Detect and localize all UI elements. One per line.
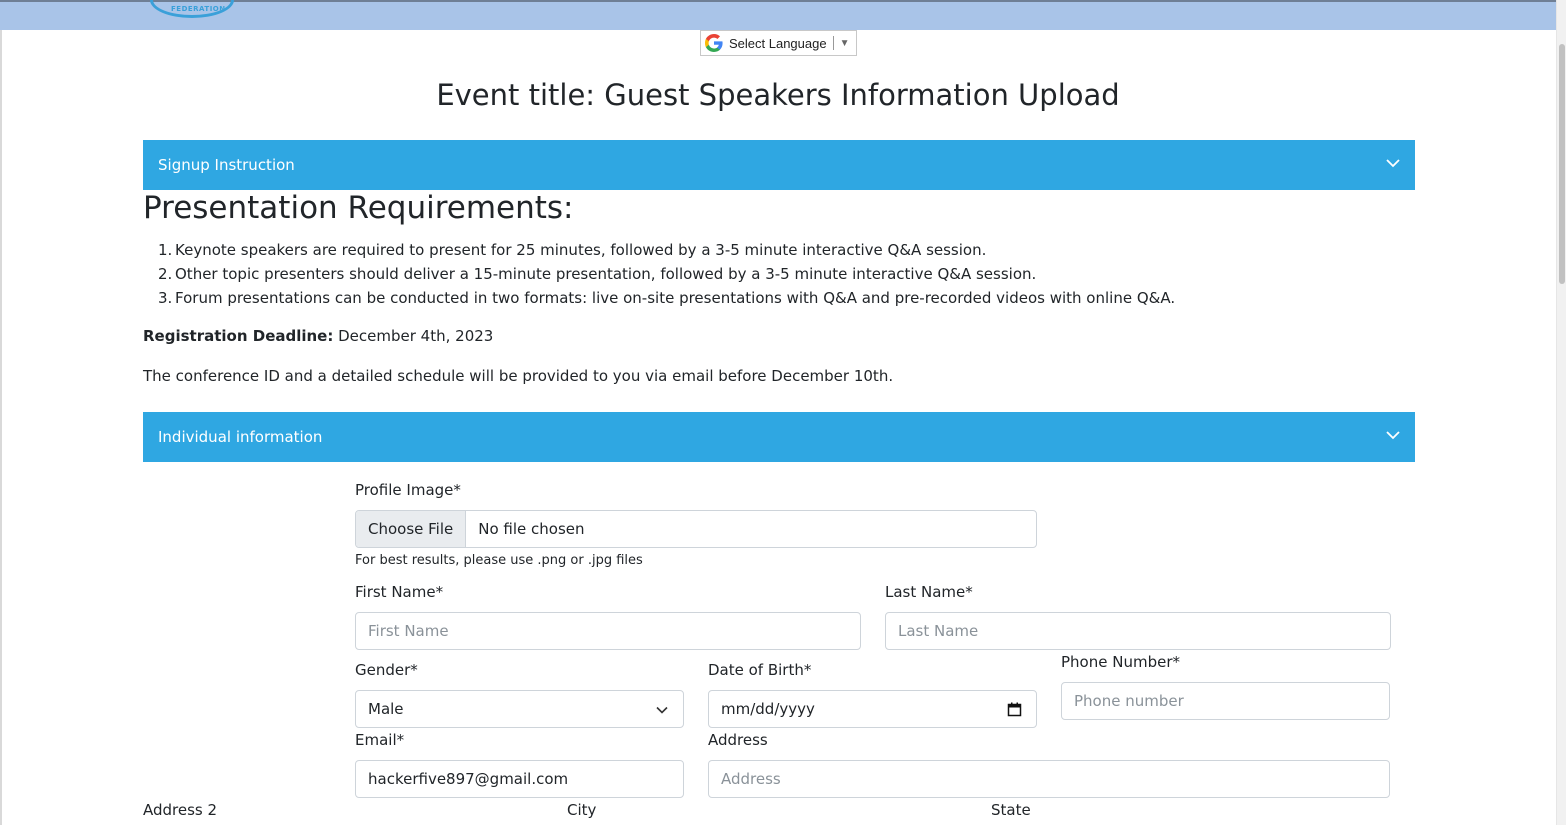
dob-value: mm/dd/yyyy <box>721 700 815 718</box>
first-name-placeholder: First Name <box>368 622 449 640</box>
list-text: Forum presentations can be conducted in … <box>175 289 1176 307</box>
scrollbar-thumb[interactable] <box>1559 44 1565 284</box>
address2-label: Address 2 <box>143 801 218 819</box>
accordion-label: Individual information <box>158 428 323 446</box>
phone-label: Phone Number* <box>1061 653 1180 671</box>
first-name-field[interactable]: First Name <box>355 612 861 650</box>
dob-field[interactable]: mm/dd/yyyy <box>708 690 1037 728</box>
gender-label: Gender* <box>355 661 418 679</box>
list-item: 2. Other topic presenters should deliver … <box>158 262 1175 286</box>
requirements-heading: Presentation Requirements: <box>143 190 574 226</box>
address-field[interactable]: Address <box>708 760 1390 798</box>
scrollbar[interactable] <box>1556 0 1566 825</box>
page-edge <box>0 30 2 825</box>
email-value: hackerfive897@gmail.com <box>368 770 569 788</box>
language-selector[interactable]: Select Language ▼ <box>700 30 857 56</box>
language-separator <box>832 36 834 50</box>
dropdown-arrow-icon: ▼ <box>839 37 850 49</box>
deadline-value: December 4th, 2023 <box>333 327 494 345</box>
email-label: Email* <box>355 731 405 749</box>
individual-information-accordion[interactable]: Individual information <box>143 412 1415 462</box>
language-label: Select Language <box>729 35 827 51</box>
state-label: State <box>991 801 1031 819</box>
federation-logo[interactable]: FEDERATION <box>150 0 234 18</box>
file-hint: For best results, please use .png or .jp… <box>355 553 643 568</box>
list-item: 1. Keynote speakers are required to prese… <box>158 238 1175 262</box>
schedule-note: The conference ID and a detailed schedul… <box>143 367 894 385</box>
registration-deadline: Registration Deadline: December 4th, 202… <box>143 327 493 345</box>
profile-image-label: Profile Image* <box>355 481 461 499</box>
chevron-down-icon[interactable] <box>1385 155 1401 171</box>
accordion-label: Signup Instruction <box>158 156 295 174</box>
dob-label: Date of Birth* <box>708 661 812 679</box>
profile-image-input[interactable]: Choose File No file chosen <box>355 510 1037 548</box>
gender-value: Male <box>368 700 404 718</box>
chevron-down-icon <box>656 706 668 714</box>
signup-instruction-accordion[interactable]: Signup Instruction <box>143 140 1415 190</box>
calendar-icon[interactable] <box>1007 702 1022 717</box>
list-number: 3. <box>158 289 173 307</box>
last-name-field[interactable]: Last Name <box>885 612 1391 650</box>
phone-field[interactable]: Phone number <box>1061 682 1390 720</box>
deadline-label: Registration Deadline: <box>143 327 334 345</box>
address-placeholder: Address <box>721 770 781 788</box>
file-status: No file chosen <box>478 520 585 538</box>
last-name-label: Last Name* <box>885 583 973 601</box>
site-header: FEDERATION <box>0 0 1556 30</box>
last-name-placeholder: Last Name <box>898 622 979 640</box>
requirements-list: 1. Keynote speakers are required to prese… <box>158 238 1176 310</box>
list-item: 3. Forum presentations can be conducted i… <box>158 286 1176 310</box>
email-field[interactable]: hackerfive897@gmail.com <box>355 760 684 798</box>
google-icon <box>705 34 723 52</box>
city-label: City <box>567 801 597 819</box>
gender-select[interactable]: Male <box>355 690 684 728</box>
list-text: Other topic presenters should deliver a … <box>175 265 1037 283</box>
list-text: Keynote speakers are required to present… <box>175 241 987 259</box>
logo-mark: FEDERATION <box>171 5 226 13</box>
chevron-down-icon[interactable] <box>1385 427 1401 443</box>
first-name-label: First Name* <box>355 583 444 601</box>
phone-placeholder: Phone number <box>1074 692 1184 710</box>
page-title: Event title: Guest Speakers Information … <box>436 78 1120 112</box>
list-number: 2. <box>158 265 173 283</box>
address-label: Address <box>708 731 768 749</box>
choose-file-button[interactable]: Choose File <box>356 511 467 547</box>
list-number: 1. <box>158 241 173 259</box>
